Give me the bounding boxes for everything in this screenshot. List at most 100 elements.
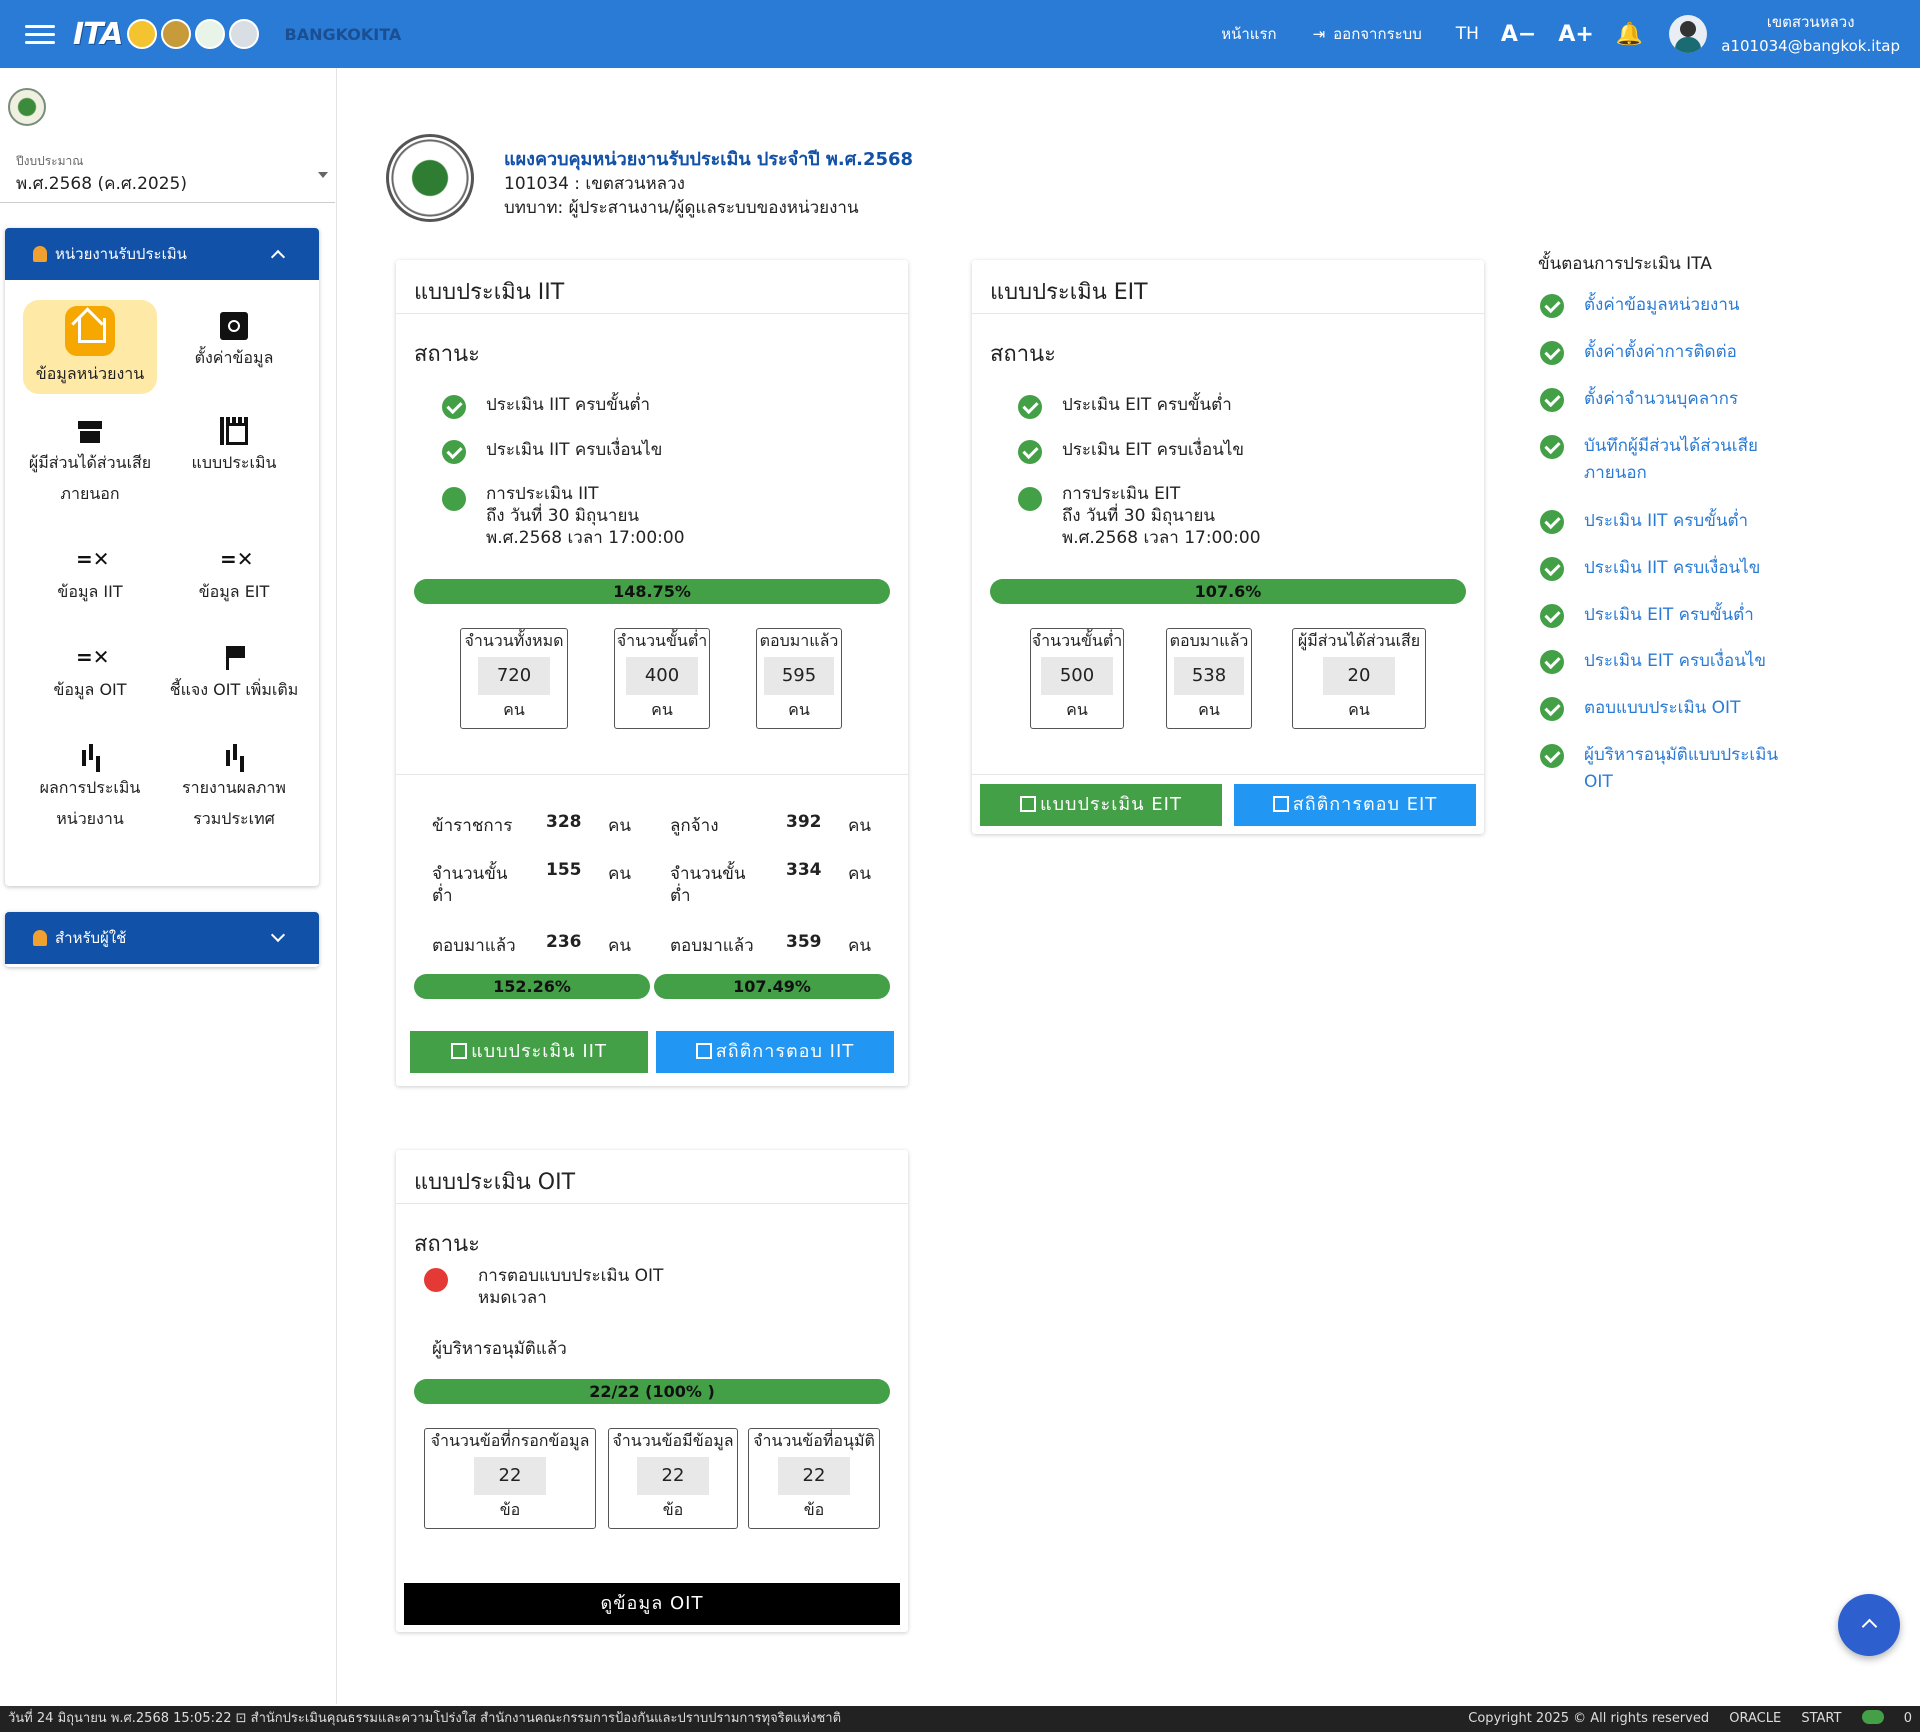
panel-title: หน่วยงานรับประเมิน [55,245,187,263]
progress-bar: 22/22 (100% ) [414,1379,890,1404]
min-label: ต่ำ [670,886,691,906]
status-text: พ.ศ.2568 เวลา 17:00:00 [486,528,685,548]
card-title: แบบประเมิน OIT [396,1150,908,1204]
approval-text: ผู้บริหารอนุมัติแล้ว [432,1339,567,1359]
org-code: 101034 : เขตสวนหลวง [504,174,685,194]
bell-icon[interactable]: 🔔 [1616,22,1643,47]
eit-form-button[interactable]: แบบประเมิน EIT [980,784,1222,826]
status-text: ถึง วันที่ 30 มิถุนายน [486,506,640,526]
chevron-up-icon[interactable] [270,249,286,265]
menu-item-settings[interactable]: ตั้งค่าข้อมูล [167,312,301,373]
logout-icon[interactable]: ⇥ [1313,25,1326,43]
bar-chart-icon [695,1043,712,1059]
stat-box: จำนวนข้อมีข้อมูล 22 ข้อ [608,1428,738,1529]
user-name: เขตสวนหลวง [1766,13,1855,31]
stat-box: จำนวนข้อที่กรอกข้อมูล 22 ข้อ [424,1428,596,1529]
stat-box: ตอบมาแล้ว 538 คน [1166,628,1252,729]
status-text: การตอบแบบประเมิน OIT [478,1266,664,1286]
check-icon [1540,650,1564,674]
view-oit-button[interactable]: ดูข้อมูล OIT [404,1583,900,1625]
check-icon [1540,435,1564,459]
font-decrease-button[interactable]: A− [1501,22,1536,47]
org-seal [386,134,474,222]
status-text: ประเมิน IIT ครบขั้นต่ำ [486,395,651,415]
panel-header[interactable]: หน่วยงานรับประเมิน [5,228,319,280]
min-value: 334 [786,860,822,880]
check-icon [1540,510,1564,534]
chevron-down-icon[interactable] [270,927,286,943]
unit-label: คน [848,936,871,956]
stat-box: จำนวนขั้นต่ำ 500 คน [1030,628,1124,729]
ita-steps: ขั้นตอนการประเมิน ITA ตั้งค่าข้อมูลหน่วย… [1538,250,1778,792]
menu-item-eit-data[interactable]: ข้อมูล EIT [167,544,301,607]
user-panel: สำหรับผู้ใช้ [5,912,319,967]
page-title: แผงควบคุมหน่วยงานรับประเมิน ประจำปี พ.ศ.… [504,149,914,170]
status-dot-icon [442,487,466,511]
font-increase-button[interactable]: A+ [1558,22,1593,47]
logout-link[interactable]: ออกจากระบบ [1333,22,1422,46]
iit-card: แบบประเมิน IIT สถานะ ประเมิน IIT ครบขั้น… [396,260,908,1086]
brand-name: BANGKOKITA [284,24,402,44]
stat-box: ตอบมาแล้ว 595 คน [756,628,842,729]
menu-item-unit-info[interactable]: ข้อมูลหน่วยงาน [23,300,157,394]
bar-chart-icon [220,742,248,770]
stat-box: จำนวนข้อที่อนุมัติ 22 ข้อ [748,1428,880,1529]
menu-item-unit-results[interactable]: ผลการประเมิน หน่วยงาน [23,742,157,834]
progress-bar: 148.75% [414,579,890,604]
footer-text: วันที่ 24 มิถุนายน พ.ศ.2568 15:05:22 ⊡ ส… [8,1711,842,1726]
divider [972,774,1484,775]
oracle-label: ORACLE [1729,1711,1782,1726]
status-text: การประเมิน EIT [1062,484,1181,504]
dropdown-arrow-icon[interactable] [318,172,328,178]
scroll-to-top-button[interactable] [1838,1594,1900,1656]
menu-item-oit-data[interactable]: ข้อมูล OIT [23,642,157,705]
check-icon [1018,395,1042,419]
status-text: ประเมิน EIT ครบขั้นต่ำ [1062,395,1232,415]
bar-chart-icon [76,742,104,770]
budget-year-label: ปีงบประมาณ [16,154,84,168]
checklist-icon [220,544,254,575]
divider [0,202,335,203]
menu-item-forms[interactable]: แบบประเมิน [167,417,301,478]
check-icon [1540,294,1564,318]
qr-code-icon [1020,796,1037,812]
assessed-unit-panel: หน่วยงานรับประเมิน ข้อมูลหน่วยงาน ตั้งค่… [5,228,319,886]
person-icon [33,246,47,262]
check-icon [1540,697,1564,721]
menu-icon[interactable] [25,20,55,49]
check-icon [442,395,466,419]
menu-item-iit-data[interactable]: ข้อมูล IIT [23,544,157,607]
eit-stats-button[interactable]: สถิติการตอบ EIT [1234,784,1476,826]
stat-box: ผู้มีส่วนได้ส่วนเสีย 20 คน [1292,628,1426,729]
budget-year-select[interactable]: พ.ศ.2568 (ค.ศ.2025) [16,170,187,197]
progress-bar: 107.49% [654,974,890,999]
cloud-check-icon [1861,1710,1884,1724]
panel-header[interactable]: สำหรับผู้ใช้ [5,912,319,964]
panel-title: สำหรับผู้ใช้ [55,929,127,947]
checklist-icon [76,642,110,673]
check-icon [1018,440,1042,464]
seal-icon [160,19,191,49]
iit-form-button[interactable]: แบบประเมิน IIT [410,1031,648,1073]
menu-item-stakeholders[interactable]: ผู้มีส่วนได้ส่วนเสีย ภายนอก [23,417,157,509]
status-dot-icon [424,1268,448,1292]
ita-logo: ITA [73,16,124,52]
status-text: ประเมิน IIT ครบเงื่อนไข [486,440,663,460]
status-label: สถานะ [414,1232,480,1257]
answered-label: ตอบมาแล้ว [670,936,754,956]
home-link[interactable]: หน้าแรก [1221,22,1276,46]
status-text: พ.ศ.2568 เวลา 17:00:00 [1062,528,1261,548]
user-email: a101034@bangkok.itap [1721,37,1900,55]
menu-item-national-report[interactable]: รายงานผลภาพ รวมประเทศ [167,742,301,834]
org-logo [8,88,46,126]
answered-label: ตอบมาแล้ว [432,936,516,956]
status-text: ถึง วันที่ 30 มิถุนายน [1062,506,1216,526]
status-text: ประเมิน EIT ครบเงื่อนไข [1062,440,1245,460]
menu-item-oit-clarify[interactable]: ชี้แจง OIT เพิ่มเติม [167,644,301,705]
logo-group: ITA [73,17,259,52]
status-label: สถานะ [990,342,1056,367]
iit-stats-button[interactable]: สถิติการตอบ IIT [656,1031,894,1073]
progress-bar: 107.6% [990,579,1466,604]
avatar[interactable] [1669,15,1708,53]
language-toggle[interactable]: TH [1456,24,1479,44]
